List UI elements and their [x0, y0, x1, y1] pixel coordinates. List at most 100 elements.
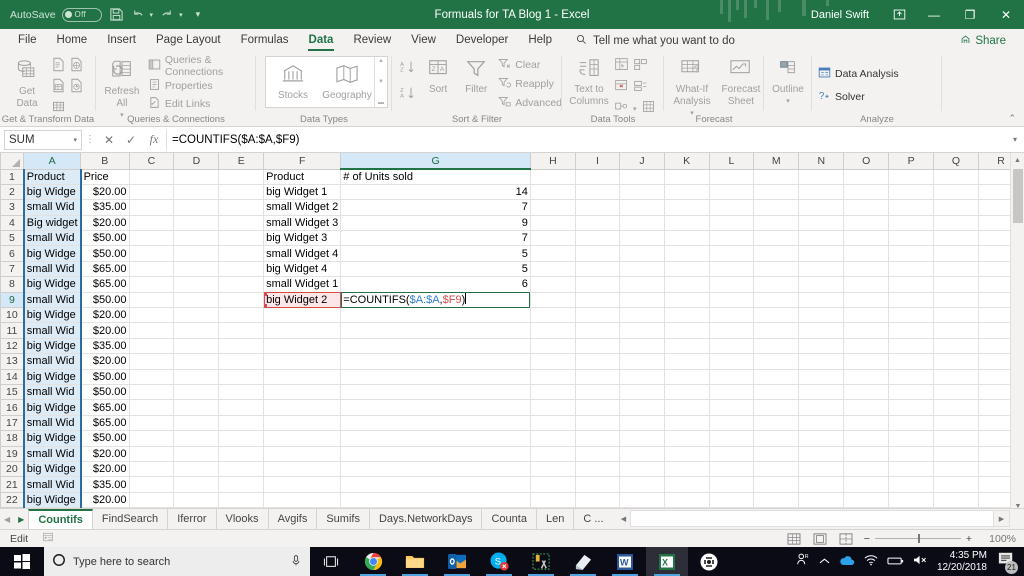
cell-K3[interactable]: [663, 199, 710, 216]
cell-P7[interactable]: [888, 260, 934, 278]
column-header-o[interactable]: O: [843, 153, 890, 170]
gallery-up-icon[interactable]: ▲: [375, 58, 387, 64]
cell-F22[interactable]: [263, 491, 342, 509]
cell-N11[interactable]: [798, 322, 845, 339]
cell-J15[interactable]: [619, 383, 665, 401]
cell-Q5[interactable]: [933, 230, 979, 247]
cell-N13[interactable]: [798, 353, 845, 370]
accessibility-checker-icon[interactable]: [28, 531, 54, 546]
cell-N21[interactable]: [798, 476, 845, 493]
cell-B7[interactable]: $65.00: [80, 260, 130, 278]
row-header-21[interactable]: 21: [0, 476, 25, 493]
cell-A17[interactable]: small Wid: [22, 414, 82, 432]
share-button[interactable]: Share: [952, 32, 1014, 50]
cell-C19[interactable]: [128, 445, 175, 462]
cell-J13[interactable]: [619, 353, 665, 370]
page-break-preview-icon[interactable]: [838, 532, 854, 546]
data-types-scroll[interactable]: ▲ ▼ ▬: [374, 57, 387, 107]
cell-I11[interactable]: [574, 322, 621, 339]
cell-J6[interactable]: [619, 245, 665, 262]
cell-L8[interactable]: [708, 276, 755, 293]
cell-P22[interactable]: [888, 491, 934, 509]
excel-icon[interactable]: X: [646, 547, 688, 576]
cell-E5[interactable]: [218, 230, 265, 247]
insert-function-button[interactable]: fx: [142, 132, 166, 147]
cell-L13[interactable]: [708, 353, 755, 370]
cell-N6[interactable]: [798, 245, 845, 262]
cell-B16[interactable]: $65.00: [80, 399, 130, 416]
search-input[interactable]: Type here to search: [44, 547, 310, 576]
cell-J9[interactable]: [619, 291, 665, 309]
cell-D20[interactable]: [173, 460, 220, 478]
column-header-m[interactable]: M: [753, 153, 800, 170]
cell-E22[interactable]: [218, 491, 265, 509]
refresh-all-button[interactable]: Refresh All ▾: [102, 54, 142, 119]
cell-H20[interactable]: [529, 460, 576, 478]
cell-A6[interactable]: big Widge: [22, 245, 82, 262]
cell-Q21[interactable]: [933, 476, 979, 493]
cell-D9[interactable]: [173, 291, 220, 309]
cell-Q8[interactable]: [933, 276, 979, 293]
cell-L15[interactable]: [708, 383, 755, 401]
next-sheet-icon[interactable]: ▶: [18, 515, 24, 524]
cell-P15[interactable]: [888, 383, 934, 401]
cell-L12[interactable]: [708, 337, 755, 355]
edit-links-button[interactable]: Edit Links: [148, 96, 256, 112]
cell-Q1[interactable]: [933, 168, 979, 185]
cell-C5[interactable]: [128, 230, 175, 247]
cell-J7[interactable]: [619, 260, 665, 278]
cell-I14[interactable]: [574, 368, 621, 385]
cell-D2[interactable]: [173, 183, 220, 201]
cell-L2[interactable]: [708, 183, 755, 201]
cell-H11[interactable]: [529, 322, 576, 339]
cell-H1[interactable]: [529, 168, 576, 185]
cell-O20[interactable]: [843, 460, 890, 478]
cell-L22[interactable]: [708, 491, 755, 509]
cell-B13[interactable]: $20.00: [80, 353, 130, 370]
cell-M20[interactable]: [753, 460, 800, 478]
microphone-icon[interactable]: [290, 554, 302, 570]
stocks-button[interactable]: Stocks: [266, 57, 320, 107]
cell-H16[interactable]: [529, 399, 576, 416]
cell-A5[interactable]: small Wid: [22, 230, 82, 247]
cell-F17[interactable]: [263, 414, 342, 432]
cell-E9[interactable]: [218, 291, 265, 309]
cell-P2[interactable]: [888, 183, 934, 201]
cell-J19[interactable]: [619, 445, 665, 462]
cell-O22[interactable]: [843, 491, 890, 509]
formula-bar-handle[interactable]: ⋮: [82, 134, 98, 145]
cell-Q10[interactable]: [933, 307, 979, 324]
cell-O16[interactable]: [843, 399, 890, 416]
what-if-analysis-button[interactable]: ? What-If Analysis ▾: [669, 54, 715, 117]
cell-Q13[interactable]: [933, 353, 979, 370]
cell-I19[interactable]: [574, 445, 621, 462]
zoom-track[interactable]: [874, 534, 961, 543]
cell-M17[interactable]: [753, 414, 800, 432]
cell-H10[interactable]: [529, 307, 576, 324]
cell-H17[interactable]: [529, 414, 576, 432]
cell-C17[interactable]: [128, 414, 175, 432]
cell-J3[interactable]: [619, 199, 665, 216]
from-table-range-icon[interactable]: [51, 78, 66, 98]
cell-P13[interactable]: [888, 353, 934, 370]
cell-G8[interactable]: 6: [340, 276, 531, 293]
outline-button[interactable]: Outline ▾: [766, 54, 810, 111]
cell-L19[interactable]: [708, 445, 755, 462]
cell-E12[interactable]: [218, 337, 265, 355]
cell-C14[interactable]: [128, 368, 175, 385]
row-header-1[interactable]: 1: [0, 168, 25, 185]
cell-L3[interactable]: [708, 199, 755, 216]
cell-Q11[interactable]: [933, 322, 979, 339]
column-header-e[interactable]: E: [218, 153, 265, 170]
cell-H3[interactable]: [529, 199, 576, 216]
cell-L6[interactable]: [708, 245, 755, 262]
cell-P18[interactable]: [888, 430, 934, 447]
cell-F19[interactable]: [263, 445, 342, 462]
row-header-3[interactable]: 3: [0, 199, 25, 216]
cell-D1[interactable]: [173, 168, 220, 185]
cell-K6[interactable]: [663, 245, 710, 262]
data-types-gallery[interactable]: Stocks Geography ▲ ▼ ▬: [265, 56, 388, 108]
people-icon[interactable]: R: [796, 552, 810, 571]
cell-E11[interactable]: [218, 322, 265, 339]
cell-P1[interactable]: [888, 168, 934, 185]
